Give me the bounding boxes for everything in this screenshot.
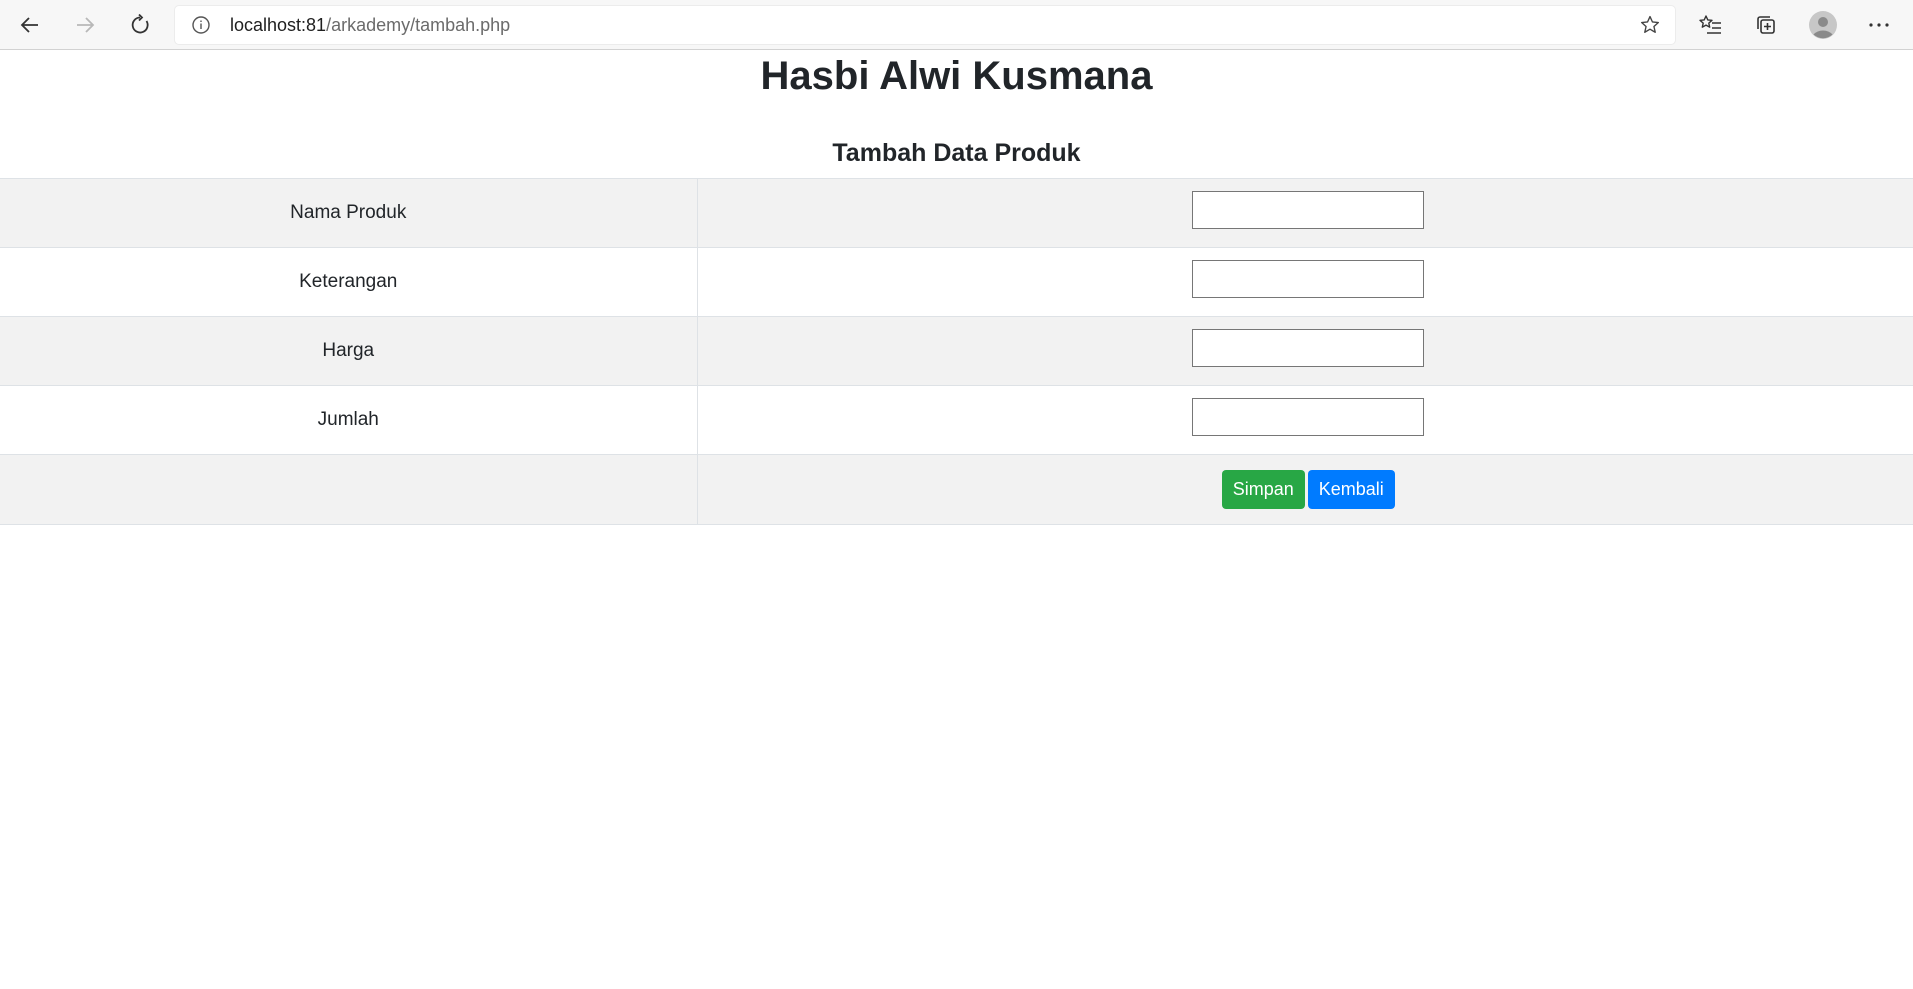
favorite-star-icon[interactable] xyxy=(1639,14,1661,36)
form-row-actions: Simpan Kembali xyxy=(0,454,1913,525)
info-icon[interactable] xyxy=(191,15,211,35)
back-icon[interactable] xyxy=(14,9,46,41)
jumlah-input[interactable] xyxy=(1192,398,1425,436)
url-path: /arkademy/tambah.php xyxy=(326,15,511,35)
url-host: localhost:81 xyxy=(230,15,327,35)
harga-input[interactable] xyxy=(1192,329,1425,367)
simpan-button[interactable]: Simpan xyxy=(1221,470,1305,509)
nama-produk-input[interactable] xyxy=(1192,191,1425,229)
form-row-jumlah: Jumlah xyxy=(0,385,1913,455)
kembali-button[interactable]: Kembali xyxy=(1307,470,1395,509)
empty-cell xyxy=(0,454,698,525)
profile-avatar-icon[interactable] xyxy=(1807,9,1839,41)
product-form-table: Nama Produk Keterangan Harga Jumlah Simp… xyxy=(0,178,1913,525)
browser-toolbar: localhost:81/arkademy/tambah.php xyxy=(0,0,1913,50)
favorites-list-icon[interactable] xyxy=(1695,9,1727,41)
forward-icon[interactable] xyxy=(69,9,101,41)
field-label-harga: Harga xyxy=(0,316,698,386)
field-label-jumlah: Jumlah xyxy=(0,385,698,455)
refresh-icon[interactable] xyxy=(124,9,156,41)
keterangan-input[interactable] xyxy=(1192,260,1425,298)
form-row-nama-produk: Nama Produk xyxy=(0,178,1913,248)
more-menu-icon[interactable] xyxy=(1863,9,1895,41)
address-bar[interactable]: localhost:81/arkademy/tambah.php xyxy=(175,6,1675,44)
form-row-keterangan: Keterangan xyxy=(0,247,1913,317)
field-label-keterangan: Keterangan xyxy=(0,247,698,317)
form-heading: Tambah Data Produk xyxy=(832,139,1081,167)
action-buttons: Simpan Kembali xyxy=(1221,470,1395,509)
page-title: Hasbi Alwi Kusmana xyxy=(760,54,1153,98)
address-url[interactable]: localhost:81/arkademy/tambah.php xyxy=(230,15,510,36)
field-label-nama-produk: Nama Produk xyxy=(0,178,698,248)
form-row-harga: Harga xyxy=(0,316,1913,386)
collections-icon[interactable] xyxy=(1750,9,1782,41)
